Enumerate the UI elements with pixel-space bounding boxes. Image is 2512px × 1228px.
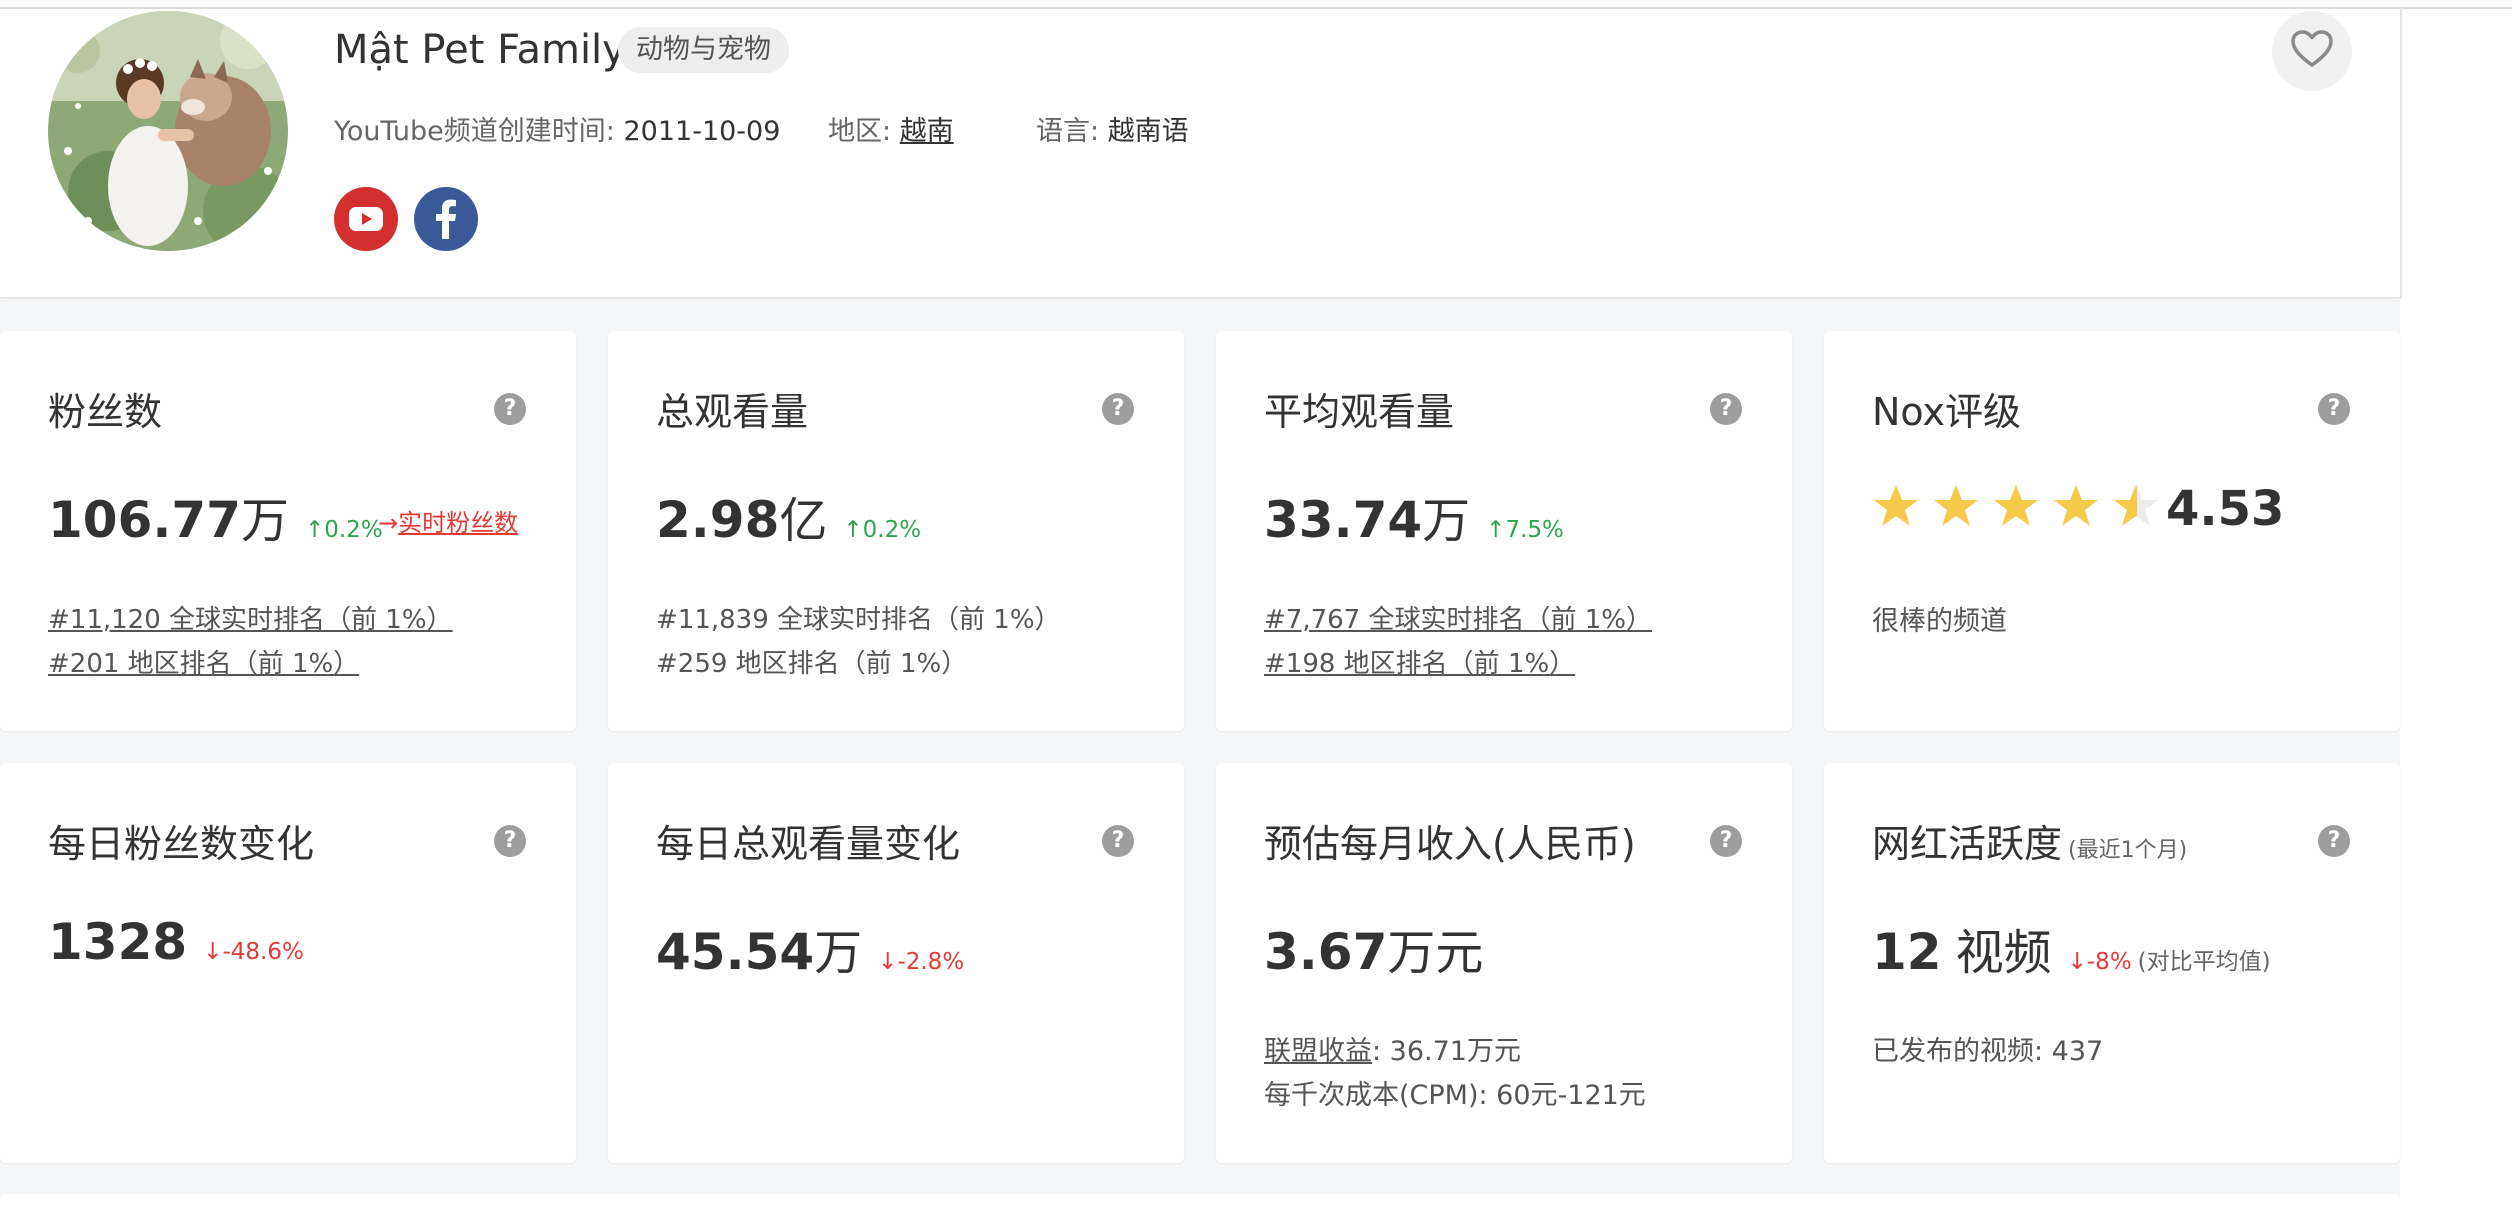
card-nox-rating: Nox评级 ? 4.53 很棒的频道 <box>1824 331 2400 731</box>
category-tag[interactable]: 动物与宠物 <box>618 27 789 73</box>
card-daily-views: 每日总观看量变化 ? 45.54 万 ↓-2.8% <box>608 763 1184 1163</box>
created-date: 2011-10-09 <box>623 116 781 147</box>
realtime-subscribers-label: 实时粉丝数 <box>398 509 519 537</box>
income-value: 3.67 <box>1264 923 1388 981</box>
next-section-card <box>0 1194 2400 1228</box>
total-views-value: 2.98 <box>656 491 780 549</box>
income-unit: 万元 <box>1387 925 1484 981</box>
region-rank-link[interactable]: #198 地区排名（前 1%） <box>1264 643 1575 680</box>
avg-views-value: 33.74 <box>1264 491 1423 549</box>
card-title: 平均观看量 <box>1264 390 1455 434</box>
star-icon <box>1934 485 1978 526</box>
card-avg-views: 平均观看量 ? 33.74 万 ↑7.5% #7,767 全球实时排名（前 1%… <box>1216 331 1792 731</box>
global-rank-link[interactable]: #7,767 全球实时排名（前 1%） <box>1264 599 1652 636</box>
question-icon[interactable]: ? <box>2318 393 2350 425</box>
total-views-change: ↑0.2% <box>843 517 922 543</box>
rating-stars <box>1872 483 2160 529</box>
total-views-unit: 亿 <box>779 493 828 549</box>
channel-avatar <box>48 11 288 251</box>
activity-change: ↓-8% <box>2067 949 2132 975</box>
channel-name: Mật Pet Family <box>334 27 626 73</box>
subscribers-unit: 万 <box>240 493 289 549</box>
value-row: 3.67 万元 <box>1264 913 1483 983</box>
facebook-icon[interactable] <box>414 187 478 251</box>
published-videos: 已发布的视频: 437 <box>1872 1036 2104 1067</box>
half-star-icon <box>2114 485 2158 526</box>
card-total-views: 总观看量 ? 2.98 亿 ↑0.2% #11,839 全球实时排名（前 1%）… <box>608 331 1184 731</box>
activity-value: 12 <box>1872 923 1942 981</box>
activity-change-note: (对比平均值) <box>2137 949 2271 975</box>
daily-views-change: ↓-2.8% <box>878 949 965 975</box>
channel-created: YouTube频道创建时间: 2011-10-09 <box>334 109 780 148</box>
card-subscribers: 粉丝数 ? 106.77 万 ↑0.2% →实时粉丝数 #11,120 全球实时… <box>0 331 576 731</box>
activity-unit: 视频 <box>1955 925 2052 981</box>
created-label: YouTube频道创建时间: <box>334 116 624 147</box>
question-icon[interactable]: ? <box>494 393 526 425</box>
adsense-link[interactable]: 联盟收益 <box>1264 1036 1372 1067</box>
activity-period: (最近1个月) <box>2068 838 2188 863</box>
value-row: 12 视频 ↓-8% (对比平均值) <box>1872 913 2271 983</box>
channel-language: 语言: 越南语 <box>1036 109 1189 148</box>
card-monthly-income: 预估每月收入(人民币) ? 3.67 万元 联盟收益: 36.71万元 每千次成… <box>1216 763 1792 1163</box>
heart-icon <box>2290 29 2334 73</box>
favorite-button[interactable] <box>2272 11 2352 91</box>
question-icon[interactable]: ? <box>1102 393 1134 425</box>
card-title: 每日总观看量变化 <box>656 822 961 866</box>
card-title: 粉丝数 <box>48 390 163 434</box>
youtube-icon[interactable] <box>334 187 398 251</box>
card-daily-subscribers: 每日粉丝数变化 ? 1328 ↓-48.6% <box>0 763 576 1163</box>
avg-views-change: ↑7.5% <box>1486 517 1564 543</box>
card-title: 总观看量 <box>656 390 809 434</box>
daily-subs-value: 1328 <box>48 913 188 971</box>
window-top-border <box>0 0 2512 9</box>
subscribers-value: 106.77 <box>48 491 241 549</box>
activity-title: 网红活跃度 <box>1872 822 2063 866</box>
channel-header: Mật Pet Family 动物与宠物 YouTube频道创建时间: 2011… <box>0 9 2402 299</box>
star-icon <box>2054 485 2098 526</box>
value-row: 2.98 亿 ↑0.2% <box>656 481 921 551</box>
question-icon[interactable]: ? <box>1102 825 1134 857</box>
question-icon[interactable]: ? <box>1710 393 1742 425</box>
region-rank: #259 地区排名（前 1%） <box>656 649 968 679</box>
language-label: 语言: <box>1036 116 1108 147</box>
adsense-value: : 36.71万元 <box>1372 1036 1521 1067</box>
card-title: Nox评级 <box>1872 390 2021 434</box>
value-row: 45.54 万 ↓-2.8% <box>656 913 964 983</box>
realtime-subscribers-link[interactable]: →实时粉丝数 <box>378 503 518 538</box>
language-value: 越南语 <box>1107 116 1189 147</box>
subscribers-change: ↑0.2% <box>304 517 383 543</box>
cpm-range: 每千次成本(CPM): 60元-121元 <box>1264 1080 1646 1111</box>
daily-views-unit: 万 <box>814 925 863 981</box>
region-link[interactable]: 越南 <box>900 116 954 147</box>
arrow-right-icon: → <box>378 509 399 537</box>
card-title: 预估每月收入(人民币) <box>1264 822 1636 866</box>
rating-value: 4.53 <box>2166 481 2285 537</box>
avg-views-unit: 万 <box>1422 493 1471 549</box>
star-icon <box>1994 485 2038 526</box>
card-activity: 网红活跃度 (最近1个月) ? 12 视频 ↓-8% (对比平均值) 已发布的视频… <box>1824 763 2400 1163</box>
region-label: 地区: <box>828 116 900 147</box>
card-title: 网红活跃度 (最近1个月) <box>1872 813 2187 868</box>
channel-region: 地区: 越南 <box>828 109 954 148</box>
region-rank-link[interactable]: #201 地区排名（前 1%） <box>48 643 359 680</box>
global-rank: #11,839 全球实时排名（前 1%） <box>656 605 1061 635</box>
value-row: 1328 ↓-48.6% <box>48 913 304 971</box>
question-icon[interactable]: ? <box>1710 825 1742 857</box>
value-row: 106.77 万 ↑0.2% <box>48 481 383 551</box>
rating-description: 很棒的频道 <box>1872 606 2007 637</box>
value-row: 33.74 万 ↑7.5% <box>1264 481 1564 551</box>
daily-subs-change: ↓-48.6% <box>203 939 304 965</box>
global-rank-link[interactable]: #11,120 全球实时排名（前 1%） <box>48 599 453 636</box>
star-icon <box>1874 485 1918 526</box>
question-icon[interactable]: ? <box>494 825 526 857</box>
daily-views-value: 45.54 <box>656 923 815 981</box>
right-margin <box>2404 10 2512 1228</box>
adsense-income: 联盟收益: 36.71万元 <box>1264 1029 1521 1068</box>
card-title: 每日粉丝数变化 <box>48 822 315 866</box>
question-icon[interactable]: ? <box>2318 825 2350 857</box>
